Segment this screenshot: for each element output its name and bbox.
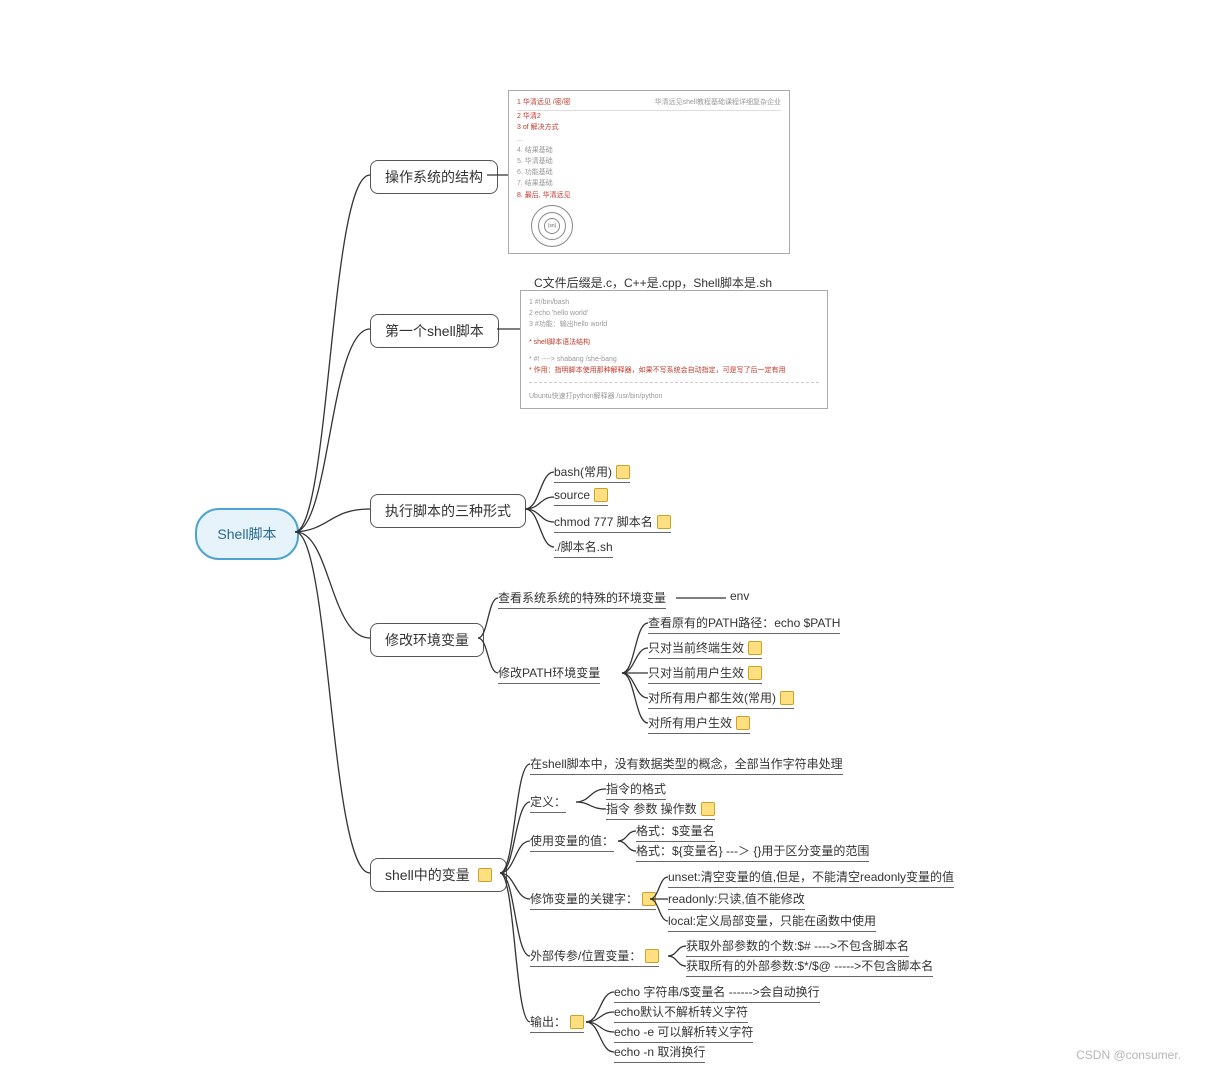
- shellvar-pos-item0: 获取外部参数的个数:$# ---->不包含脚本名: [686, 937, 909, 957]
- leaf-label: 只对当前终端生效: [648, 641, 744, 655]
- leaf-label: 外部传参/位置变量：: [530, 949, 641, 963]
- exec-run: ./脚本名.sh: [554, 538, 613, 558]
- shellvar-out-item3: echo -n 取消换行: [614, 1043, 705, 1063]
- leaf-label: 只对当前用户生效: [648, 666, 744, 680]
- shellvar-pos-item1: 获取所有的外部参数:$*/$@ ----->不包含脚本名: [686, 957, 933, 977]
- os-structure-card: 1 华清远见 /密/密 华清远见shell教程基础课程详细复杂企业 2 华清2 …: [508, 90, 790, 254]
- card-line: 6. 功能基础: [517, 167, 781, 178]
- env-value: env: [730, 589, 749, 603]
- ring-mid: (sn): [538, 212, 566, 240]
- shellvar-out: 输出：: [530, 1013, 584, 1033]
- card-line: 2 华清2: [517, 111, 781, 122]
- shellvar-use-item1: 格式：${变量名} ---＞ {}用于区分变量的范围: [636, 842, 869, 862]
- note-icon: [780, 691, 794, 705]
- code-line: * 作用：指明脚本使用那种解释器，如果不写系统会自动指定，可是写了后一定有用: [529, 365, 819, 376]
- shellvar-use-item0: 格式：$变量名: [636, 822, 715, 842]
- note-icon: [657, 515, 671, 529]
- exec-source: source: [554, 488, 608, 506]
- note-icon: [645, 949, 659, 963]
- code-line: 3 #功能：输出hello world: [529, 319, 819, 330]
- note-icon: [701, 802, 715, 816]
- branch-label: shell中的变量: [385, 867, 470, 883]
- card-header-right: 华清远见shell教程基础课程详细复杂企业: [655, 97, 781, 108]
- shellvar-def-item0: 指令的格式: [606, 780, 666, 800]
- leaf-label: bash(常用): [554, 465, 612, 479]
- shellvar-out-item2: echo -e 可以解析转义字符: [614, 1023, 753, 1043]
- code-line: * #! ----> shabang /she-bang: [529, 354, 819, 365]
- note-icon: [594, 488, 608, 502]
- shellvar-out-item0: echo 字符串/$变量名 ------>会自动换行: [614, 983, 820, 1003]
- note-icon: [736, 716, 750, 730]
- shellvar-def-item1: 指令 参数 操作数: [606, 800, 715, 820]
- leaf-label: 对所有用户都生效(常用): [648, 691, 776, 705]
- card-line: 4. 结果基础: [517, 145, 781, 156]
- note-icon: [570, 1015, 584, 1029]
- shellvar-out-item1: echo默认不解析转义字符: [614, 1003, 748, 1023]
- leaf-label: 查看原有的PATH路径：echo $PATH: [648, 616, 840, 630]
- branch-label: 操作系统的结构: [385, 169, 483, 185]
- ring-outer: (sn): [531, 205, 573, 247]
- branch-os-structure: 操作系统的结构: [370, 160, 498, 194]
- env-path: 修改PATH环境变量: [498, 664, 600, 684]
- branch-label: 修改环境变量: [385, 632, 469, 648]
- env-sub-1: 只对当前终端生效: [648, 639, 762, 659]
- ring-inner: (sn): [544, 218, 560, 234]
- leaf-label: ./脚本名.sh: [554, 540, 613, 554]
- env-sub-2: 只对当前用户生效: [648, 664, 762, 684]
- branch-shell-vars: shell中的变量: [370, 858, 507, 892]
- exec-bash: bash(常用): [554, 463, 630, 483]
- branch-exec-forms: 执行脚本的三种形式: [370, 494, 526, 528]
- env-sub-3: 对所有用户都生效(常用): [648, 689, 794, 709]
- env-view: 查看系统系统的特殊的环境变量: [498, 589, 666, 609]
- root-node: Shell脚本: [195, 508, 299, 560]
- card-header-left: 1 华清远见 /密/密: [517, 97, 571, 108]
- watermark: CSDN @consumer.: [1076, 1048, 1181, 1062]
- leaf-label: 查看系统系统的特殊的环境变量: [498, 591, 666, 605]
- leaf-label: 对所有用户生效: [648, 716, 732, 730]
- leaf-label: 定义：: [530, 795, 566, 809]
- shellvar-def: 定义：: [530, 793, 566, 813]
- branch-label: 第一个shell脚本: [385, 323, 484, 339]
- exec-chmod: chmod 777 脚本名: [554, 513, 671, 533]
- leaf-label: chmod 777 脚本名: [554, 515, 653, 529]
- shellvar-mod-item2: local:定义局部变量，只能在函数中使用: [668, 912, 876, 932]
- leaf-label: 指令 参数 操作数: [606, 802, 697, 816]
- note-icon: [748, 641, 762, 655]
- card-line: ...: [517, 134, 781, 145]
- leaf-label: 修改PATH环境变量: [498, 666, 600, 680]
- leaf-label: 修饰变量的关键字：: [530, 892, 638, 906]
- shellvar-mod: 修饰变量的关键字：: [530, 890, 656, 910]
- env-sub-4: 对所有用户生效: [648, 714, 750, 734]
- shellvar-mod-item0: unset:清空变量的值,但是，不能清空readonly变量的值: [668, 868, 954, 888]
- shellvar-pos: 外部传参/位置变量：: [530, 947, 659, 967]
- branch-first-script: 第一个shell脚本: [370, 314, 499, 348]
- shellvar-note: 在shell脚本中，没有数据类型的概念，全部当作字符串处理: [530, 755, 843, 775]
- card-line: 5. 华清基础: [517, 156, 781, 167]
- card-line: 7. 结果基础: [517, 178, 781, 189]
- note-icon: [616, 465, 630, 479]
- code-line: 2 echo 'hello world': [529, 308, 819, 319]
- card-line: 8. 最后, 华清远见: [517, 190, 781, 201]
- code-footer: Ubuntu快速打python解释器 /usr/bin/python: [529, 391, 819, 402]
- shellvar-mod-item1: readonly:只读,值不能修改: [668, 890, 805, 910]
- first-script-card: 1 #!/bin/bash 2 echo 'hello world' 3 #功能…: [520, 290, 828, 409]
- shellvar-use: 使用变量的值：: [530, 832, 614, 852]
- note-icon: [748, 666, 762, 680]
- leaf-label: source: [554, 488, 590, 502]
- leaf-label: 输出：: [530, 1015, 566, 1029]
- note-icon: [478, 868, 492, 882]
- branch-env-vars: 修改环境变量: [370, 623, 484, 657]
- root-label: Shell脚本: [217, 526, 276, 542]
- note-icon: [642, 892, 656, 906]
- code-line: * shell脚本语法结构: [529, 337, 819, 348]
- env-sub-0: 查看原有的PATH路径：echo $PATH: [648, 614, 840, 634]
- branch-label: 执行脚本的三种形式: [385, 503, 511, 519]
- ring-label: (sn): [548, 222, 557, 230]
- card-line: 3 of 解决方式: [517, 122, 781, 133]
- leaf-label: 使用变量的值：: [530, 834, 614, 848]
- code-line: 1 #!/bin/bash: [529, 297, 819, 308]
